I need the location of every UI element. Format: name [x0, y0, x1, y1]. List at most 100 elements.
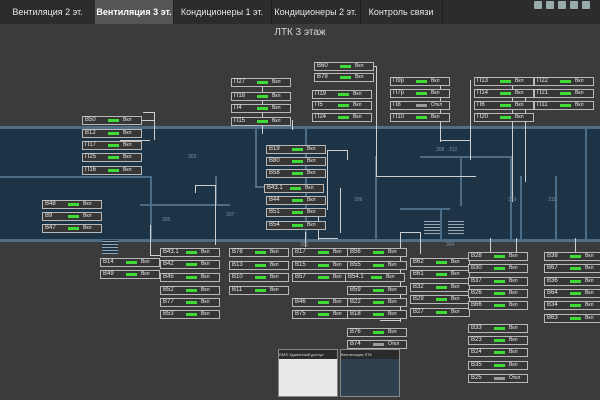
device-В54[interactable]: В54 Вкл	[266, 221, 326, 230]
device-П16[interactable]: П16 Вкл	[82, 166, 142, 175]
device-В54.1[interactable]: В54.1 Вкл	[345, 273, 405, 282]
device-label: В56	[350, 249, 361, 255]
device-П14[interactable]: П14 Вкл	[474, 89, 534, 98]
device-В74[interactable]: В74 Откл	[347, 340, 407, 349]
device-В38[interactable]: В38 Вкл	[544, 252, 600, 261]
device-В9[interactable]: В9 Вкл	[42, 212, 102, 221]
device-В13[interactable]: В13 Вкл	[229, 261, 289, 270]
tab-2[interactable]: Кондиционеры 1 эт.	[173, 0, 272, 24]
device-В58[interactable]: В58 Вкл	[266, 169, 326, 178]
window-thumbnail[interactable]: RMS Удаленный доступ	[278, 349, 338, 397]
device-П24[interactable]: П24 Вкл	[312, 113, 372, 122]
device-П8[interactable]: П8 Откл	[390, 101, 450, 110]
device-В79[interactable]: В79 Вкл	[314, 73, 374, 82]
window-thumbnail[interactable]: Вентиляция ЛТК	[340, 349, 400, 397]
device-В66[interactable]: В66 Вкл	[468, 301, 528, 310]
status-text: Вкл	[201, 287, 210, 293]
refresh-icon[interactable]	[570, 1, 578, 9]
device-В67[interactable]: В67 Вкл	[544, 264, 600, 273]
device-В12[interactable]: В12 Вкл	[82, 129, 142, 138]
status-led	[108, 169, 119, 172]
status-text: Вкл	[575, 90, 584, 96]
device-В63[interactable]: В63 Вкл	[544, 314, 600, 323]
device-В24[interactable]: В24 Вкл	[468, 348, 528, 357]
device-В14[interactable]: В14 Вкл	[100, 258, 160, 267]
menu-icon[interactable]	[582, 1, 590, 9]
device-В36[interactable]: В36 Вкл	[544, 277, 600, 286]
device-В22[interactable]: В22 Вкл	[347, 298, 407, 307]
tab-3[interactable]: Кондиционеры 2 эт.	[271, 0, 361, 24]
status-text: Вкл	[515, 78, 524, 84]
device-В29[interactable]: В29 Вкл	[410, 295, 470, 304]
device-В28[interactable]: В28 Вкл	[468, 252, 528, 261]
device-В43.1[interactable]: В43.1 Вкл	[160, 248, 220, 257]
device-В27[interactable]: В27 Вкл	[410, 308, 470, 317]
device-В47[interactable]: В47 Вкл	[42, 224, 102, 233]
device-В10[interactable]: В10 Вкл	[229, 273, 289, 282]
device-П10[interactable]: П10 Вкл	[390, 113, 450, 122]
device-В15[interactable]: В15 Вкл	[292, 261, 352, 270]
device-П22[interactable]: П22 Вкл	[534, 77, 594, 86]
device-П5[interactable]: П5 Вкл	[312, 101, 372, 110]
window-icon[interactable]	[534, 1, 542, 9]
device-П21[interactable]: П21 Вкл	[534, 89, 594, 98]
device-В64[interactable]: В64 Вкл	[544, 289, 600, 298]
device-В37[interactable]: В37 Вкл	[468, 277, 528, 286]
device-В25[interactable]: В25 Откл	[468, 374, 528, 383]
device-П20[interactable]: П20 Вкл	[474, 113, 534, 122]
tools-icon[interactable]	[546, 1, 554, 9]
device-В57[interactable]: В57 Вкл	[292, 273, 352, 282]
device-В60[interactable]: В60 Вкл	[314, 62, 374, 71]
device-В49[interactable]: В49 Вкл	[100, 270, 160, 279]
device-В23[interactable]: В23 Вкл	[468, 336, 528, 345]
device-В44[interactable]: В44 Вкл	[266, 196, 326, 205]
device-В77[interactable]: В77 Вкл	[160, 298, 220, 307]
device-В19[interactable]: В19 Вкл	[266, 145, 326, 154]
tab-4[interactable]: Контроль связи	[360, 0, 443, 24]
tab-1[interactable]: Вентиляция 3 эт.	[95, 0, 174, 24]
device-П11[interactable]: П11 Вкл	[534, 101, 594, 110]
device-В78[interactable]: В78 Вкл	[229, 248, 289, 257]
device-П7р[interactable]: П7р Вкл	[390, 89, 450, 98]
device-В33[interactable]: В33 Вкл	[468, 324, 528, 333]
device-В43.1[interactable]: В43.1 Вкл	[264, 184, 324, 193]
device-В34[interactable]: В34 Вкл	[544, 301, 600, 310]
device-В46[interactable]: В46 Вкл	[292, 298, 352, 307]
device-В55[interactable]: В55 Вкл	[347, 261, 407, 270]
device-В48[interactable]: В48 Вкл	[42, 200, 102, 209]
device-В45[interactable]: В45 Вкл	[160, 273, 220, 282]
device-П9р[interactable]: П9р Вкл	[390, 77, 450, 86]
device-В61[interactable]: В61 Вкл	[410, 270, 470, 279]
device-В42[interactable]: В42 Вкл	[160, 260, 220, 269]
device-В26[interactable]: В26 Вкл	[468, 289, 528, 298]
device-П25[interactable]: П25 Вкл	[82, 153, 142, 162]
device-В35[interactable]: В35 Вкл	[468, 361, 528, 370]
device-П15[interactable]: П15 Вкл	[231, 117, 291, 126]
device-П17[interactable]: П17 Вкл	[82, 141, 142, 150]
tab-0[interactable]: Вентиляция 2 эт.	[0, 0, 96, 24]
device-П6[interactable]: П6 Вкл	[474, 101, 534, 110]
device-В50[interactable]: В50 Вкл	[82, 116, 142, 125]
device-В75[interactable]: В75 Вкл	[292, 310, 352, 319]
device-В59[interactable]: В59 Вкл	[347, 286, 407, 295]
device-П4[interactable]: П4 Вкл	[231, 104, 291, 113]
device-В52[interactable]: В52 Вкл	[160, 286, 220, 295]
device-В17[interactable]: В17 Вкл	[292, 248, 352, 257]
device-В76[interactable]: В76 Вкл	[347, 328, 407, 337]
device-В56[interactable]: В56 Вкл	[347, 248, 407, 257]
settings-icon[interactable]	[558, 1, 566, 9]
device-П13[interactable]: П13 Вкл	[474, 77, 534, 86]
device-П18[interactable]: П18 Вкл	[231, 92, 291, 101]
device-П27[interactable]: П27 Вкл	[231, 78, 291, 87]
device-label: П11	[537, 102, 548, 108]
device-В53[interactable]: В53 Вкл	[160, 310, 220, 319]
device-В62[interactable]: В62 Вкл	[410, 258, 470, 267]
device-В18[interactable]: В18 Вкл	[347, 310, 407, 319]
device-В32[interactable]: В32 Вкл	[410, 283, 470, 292]
status-led	[436, 286, 447, 289]
device-П19[interactable]: П19 Вкл	[312, 90, 372, 99]
device-В11[interactable]: В11 Вкл	[229, 286, 289, 295]
device-В80[interactable]: В80 Вкл	[266, 157, 326, 166]
device-В51[interactable]: В51 Вкл	[266, 208, 326, 217]
device-В30[interactable]: В30 Вкл	[468, 264, 528, 273]
